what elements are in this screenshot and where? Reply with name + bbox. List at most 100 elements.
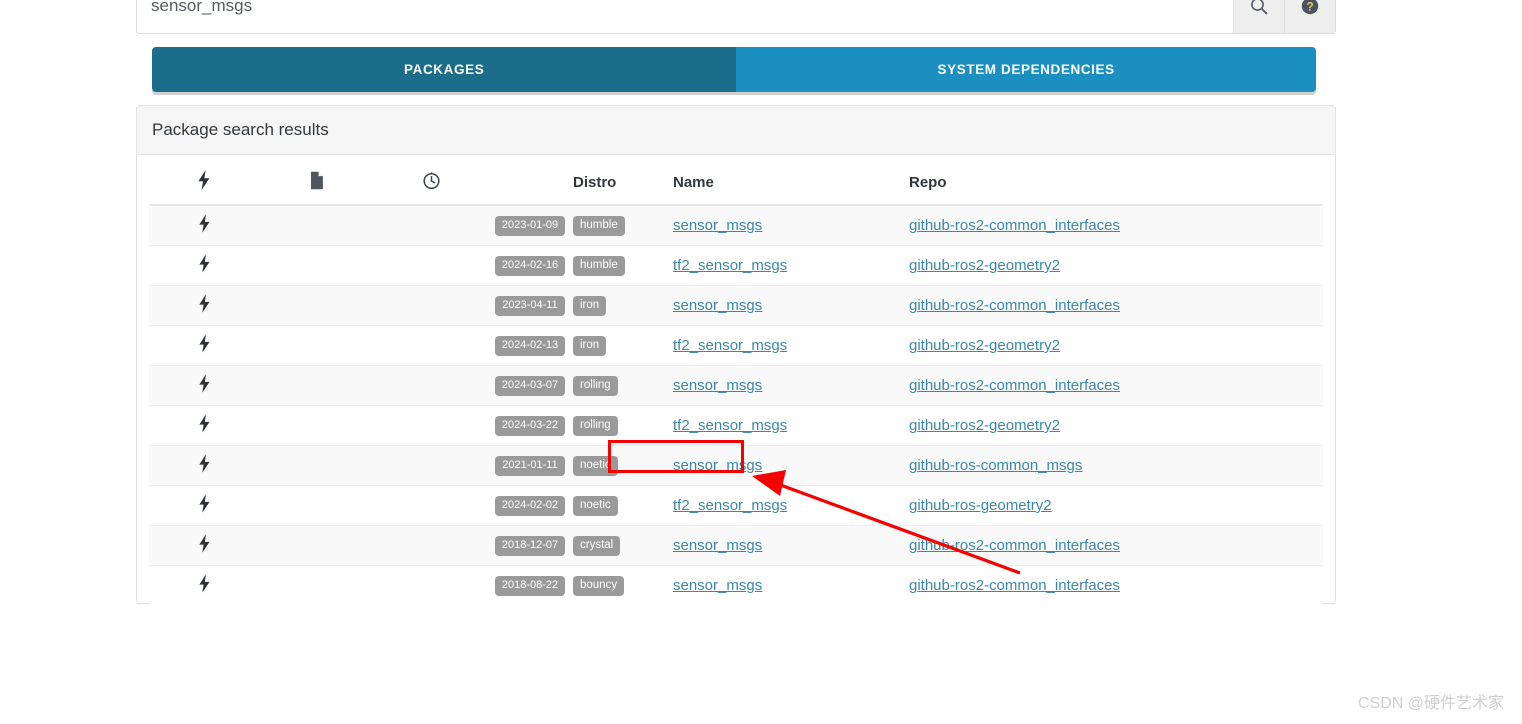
date-badge: 2024-02-02 <box>494 496 566 516</box>
row-document-cell <box>259 525 375 566</box>
row-status-cell[interactable] <box>149 445 259 486</box>
lightning-bolt-icon <box>198 494 211 517</box>
lightning-bolt-icon <box>198 334 211 357</box>
help-button[interactable]: ? <box>1284 0 1335 33</box>
column-header-distro[interactable]: Distro <box>573 160 673 206</box>
search-button[interactable] <box>1233 0 1284 33</box>
row-status-cell[interactable] <box>149 365 259 406</box>
distro-badge: humble <box>573 215 625 237</box>
tab-packages-label: PACKAGES <box>404 62 485 77</box>
package-name-link[interactable]: tf2_sensor_msgs <box>673 337 787 354</box>
row-repo-cell: github-ros2-common_interfaces <box>909 204 1323 246</box>
package-name-link[interactable]: sensor_msgs <box>673 217 762 234</box>
package-name-link[interactable]: tf2_sensor_msgs <box>673 257 787 274</box>
column-header-name[interactable]: Name <box>673 160 909 206</box>
repo-link[interactable]: github-ros-common_msgs <box>909 457 1082 474</box>
row-status-cell[interactable] <box>149 485 259 526</box>
date-badge: 2023-01-09 <box>494 216 566 236</box>
package-name-link[interactable]: sensor_msgs <box>673 377 762 394</box>
row-repo-cell: github-ros2-common_interfaces <box>909 525 1323 566</box>
tab-system-dependencies[interactable]: SYSTEM DEPENDENCIES <box>736 47 1316 92</box>
row-clock-cell <box>375 285 487 326</box>
row-repo-cell: github-ros2-geometry2 <box>909 325 1323 366</box>
row-date-cell: 2018-12-07 <box>487 525 573 566</box>
row-name-cell: sensor_msgs <box>673 285 909 326</box>
panel-title: Package search results <box>137 106 1335 155</box>
row-distro-cell: humble <box>573 204 673 246</box>
table-header-row: Distro Name Repo <box>149 160 1323 206</box>
distro-badge: iron <box>573 295 607 317</box>
row-status-cell[interactable] <box>149 525 259 566</box>
row-date-cell: 2024-02-16 <box>487 245 573 286</box>
row-name-cell: sensor_msgs <box>673 565 909 605</box>
distro-badge: rolling <box>573 415 618 437</box>
repo-link[interactable]: github-ros2-common_interfaces <box>909 217 1120 234</box>
repo-link[interactable]: github-ros2-common_interfaces <box>909 297 1120 314</box>
package-name-link[interactable]: sensor_msgs <box>673 577 762 594</box>
watermark: CSDN @硬件艺术家 <box>1357 695 1504 712</box>
row-distro-cell: noetic <box>573 485 673 526</box>
row-status-cell[interactable] <box>149 405 259 446</box>
date-badge: 2018-08-22 <box>494 576 566 596</box>
row-status-cell[interactable] <box>149 325 259 366</box>
table-row: 2024-02-02 noetic tf2_sensor_msgs github-ro… <box>149 485 1323 526</box>
column-header-repo-label: Repo <box>909 173 947 191</box>
lightning-bolt-icon <box>197 170 211 190</box>
repo-link[interactable]: github-ros2-geometry2 <box>909 257 1060 274</box>
lightning-bolt-icon <box>198 574 211 597</box>
column-header-document[interactable] <box>259 160 375 206</box>
table-row: 2023-01-09 humble sensor_msgs github-ros2-c… <box>149 204 1323 246</box>
repo-link[interactable]: github-ros2-common_interfaces <box>909 377 1120 394</box>
package-name-link[interactable]: sensor_msgs <box>673 297 762 314</box>
tab-packages[interactable]: PACKAGES <box>152 47 737 92</box>
row-document-cell <box>259 325 375 366</box>
column-header-date[interactable] <box>375 160 487 206</box>
row-date-cell: 2024-02-13 <box>487 325 573 366</box>
repo-link[interactable]: github-ros2-geometry2 <box>909 417 1060 434</box>
row-repo-cell: github-ros-common_msgs <box>909 445 1323 486</box>
panel-body: Distro Name Repo 2023-01-09 humble sensor_… <box>137 155 1335 617</box>
package-name-link[interactable]: tf2_sensor_msgs <box>673 417 787 434</box>
row-status-cell[interactable] <box>149 285 259 326</box>
row-distro-cell: rolling <box>573 365 673 406</box>
document-icon <box>310 171 324 190</box>
search-icon <box>1249 0 1269 16</box>
lightning-bolt-icon <box>198 214 211 237</box>
column-header-repo[interactable]: Repo <box>909 160 1323 206</box>
row-status-cell[interactable] <box>149 245 259 286</box>
repo-link[interactable]: github-ros2-geometry2 <box>909 337 1060 354</box>
column-header-status[interactable] <box>149 160 259 206</box>
row-distro-cell: humble <box>573 245 673 286</box>
row-name-cell: sensor_msgs <box>673 365 909 406</box>
row-date-cell: 2024-03-22 <box>487 405 573 446</box>
lightning-bolt-icon <box>198 414 211 437</box>
repo-link[interactable]: github-ros2-common_interfaces <box>909 577 1120 594</box>
distro-badge: crystal <box>573 535 621 557</box>
svg-text:?: ? <box>1306 0 1313 14</box>
repo-link[interactable]: github-ros2-common_interfaces <box>909 537 1120 554</box>
page-root: ? PACKAGES SYSTEM DEPENDENCIES Package s… <box>0 0 1522 724</box>
package-name-link[interactable]: tf2_sensor_msgs <box>673 497 787 514</box>
search-input[interactable] <box>137 0 1233 33</box>
tab-system-dependencies-label: SYSTEM DEPENDENCIES <box>937 62 1115 77</box>
distro-badge: bouncy <box>573 575 625 597</box>
row-distro-cell: crystal <box>573 525 673 566</box>
repo-link[interactable]: github-ros-geometry2 <box>909 497 1052 514</box>
table-row: 2023-04-11 iron sensor_msgs github-ros2-com… <box>149 285 1323 326</box>
row-date-cell: 2023-04-11 <box>487 285 573 326</box>
date-badge: 2021-01-11 <box>495 456 565 476</box>
date-badge: 2024-02-13 <box>494 336 566 356</box>
package-name-link[interactable]: sensor_msgs <box>673 537 762 554</box>
row-document-cell <box>259 245 375 286</box>
table-row: 2018-12-07 crystal sensor_msgs github-ros2-… <box>149 525 1323 566</box>
column-header-date-value <box>487 160 573 206</box>
row-name-cell: tf2_sensor_msgs <box>673 325 909 366</box>
date-badge: 2018-12-07 <box>494 536 566 556</box>
package-name-link[interactable]: sensor_msgs <box>673 457 762 474</box>
table-row: 2024-02-16 humble tf2_sensor_msgs github-ro… <box>149 245 1323 286</box>
column-header-name-label: Name <box>673 173 714 191</box>
row-repo-cell: github-ros2-geometry2 <box>909 405 1323 446</box>
row-repo-cell: github-ros2-geometry2 <box>909 245 1323 286</box>
row-status-cell[interactable] <box>149 204 259 246</box>
row-status-cell[interactable] <box>149 565 259 605</box>
